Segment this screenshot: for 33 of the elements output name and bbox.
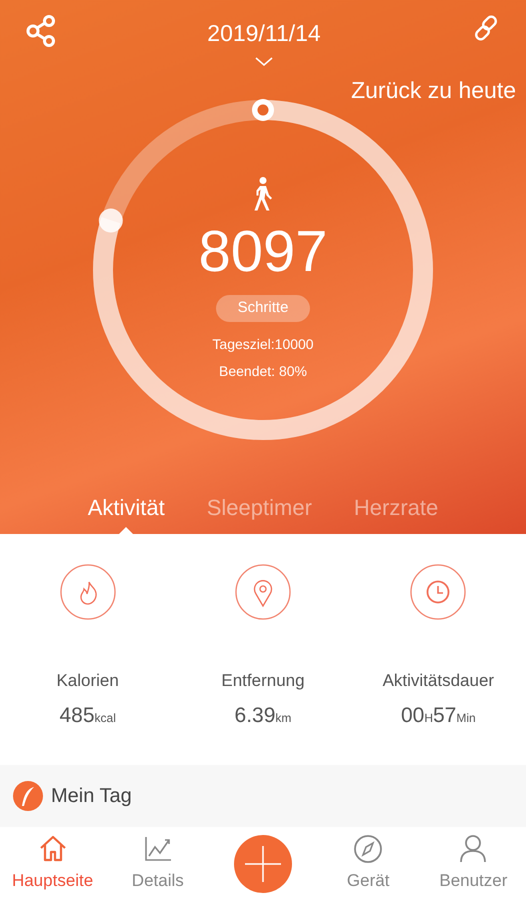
step-count: 8097: [198, 223, 328, 281]
tab[interactable]: Aktivität: [88, 491, 165, 524]
stat-value: 6.39km: [234, 702, 292, 728]
daily-goal-text: Tagesziel:10000: [212, 334, 314, 354]
plus-icon: [244, 846, 281, 882]
clock-icon: [410, 564, 466, 620]
nav-tab[interactable]: Benutzer: [439, 834, 508, 894]
flame-icon: [60, 564, 116, 620]
nav-tab[interactable]: Gerät: [346, 834, 390, 894]
section-title: Mein Tag: [51, 784, 132, 809]
compass-icon: [353, 834, 384, 864]
share-icon[interactable]: [26, 14, 56, 48]
link-icon[interactable]: [472, 14, 500, 42]
walking-person-icon: [252, 177, 274, 211]
location-pin-icon: [234, 564, 291, 620]
steps-pill: Schritte: [216, 295, 310, 322]
back-to-today-link[interactable]: Zurück zu heute: [351, 72, 516, 107]
nav-tab[interactable]: Details: [132, 834, 184, 894]
selected-tab-pointer: [119, 527, 134, 534]
feather-logo-icon: [13, 781, 43, 811]
user-icon: [458, 834, 488, 864]
stat-label: Kalorien: [56, 670, 119, 692]
completed-text: Beendet: 80%: [219, 362, 307, 380]
date-label[interactable]: 2019/11/14: [207, 16, 321, 50]
home-icon: [38, 834, 68, 864]
stat-label: Entfernung: [221, 670, 305, 692]
tab[interactable]: Herzrate: [354, 491, 438, 524]
tab[interactable]: Sleeptimer: [206, 491, 312, 524]
stat-value: 00H57Min: [400, 702, 476, 728]
stat-value: 485kcal: [59, 702, 116, 728]
chevron-down-icon[interactable]: [255, 56, 273, 66]
nav-tab[interactable]: Hauptseite: [12, 834, 94, 894]
stat-label: Aktivitätsdauer: [382, 670, 494, 692]
